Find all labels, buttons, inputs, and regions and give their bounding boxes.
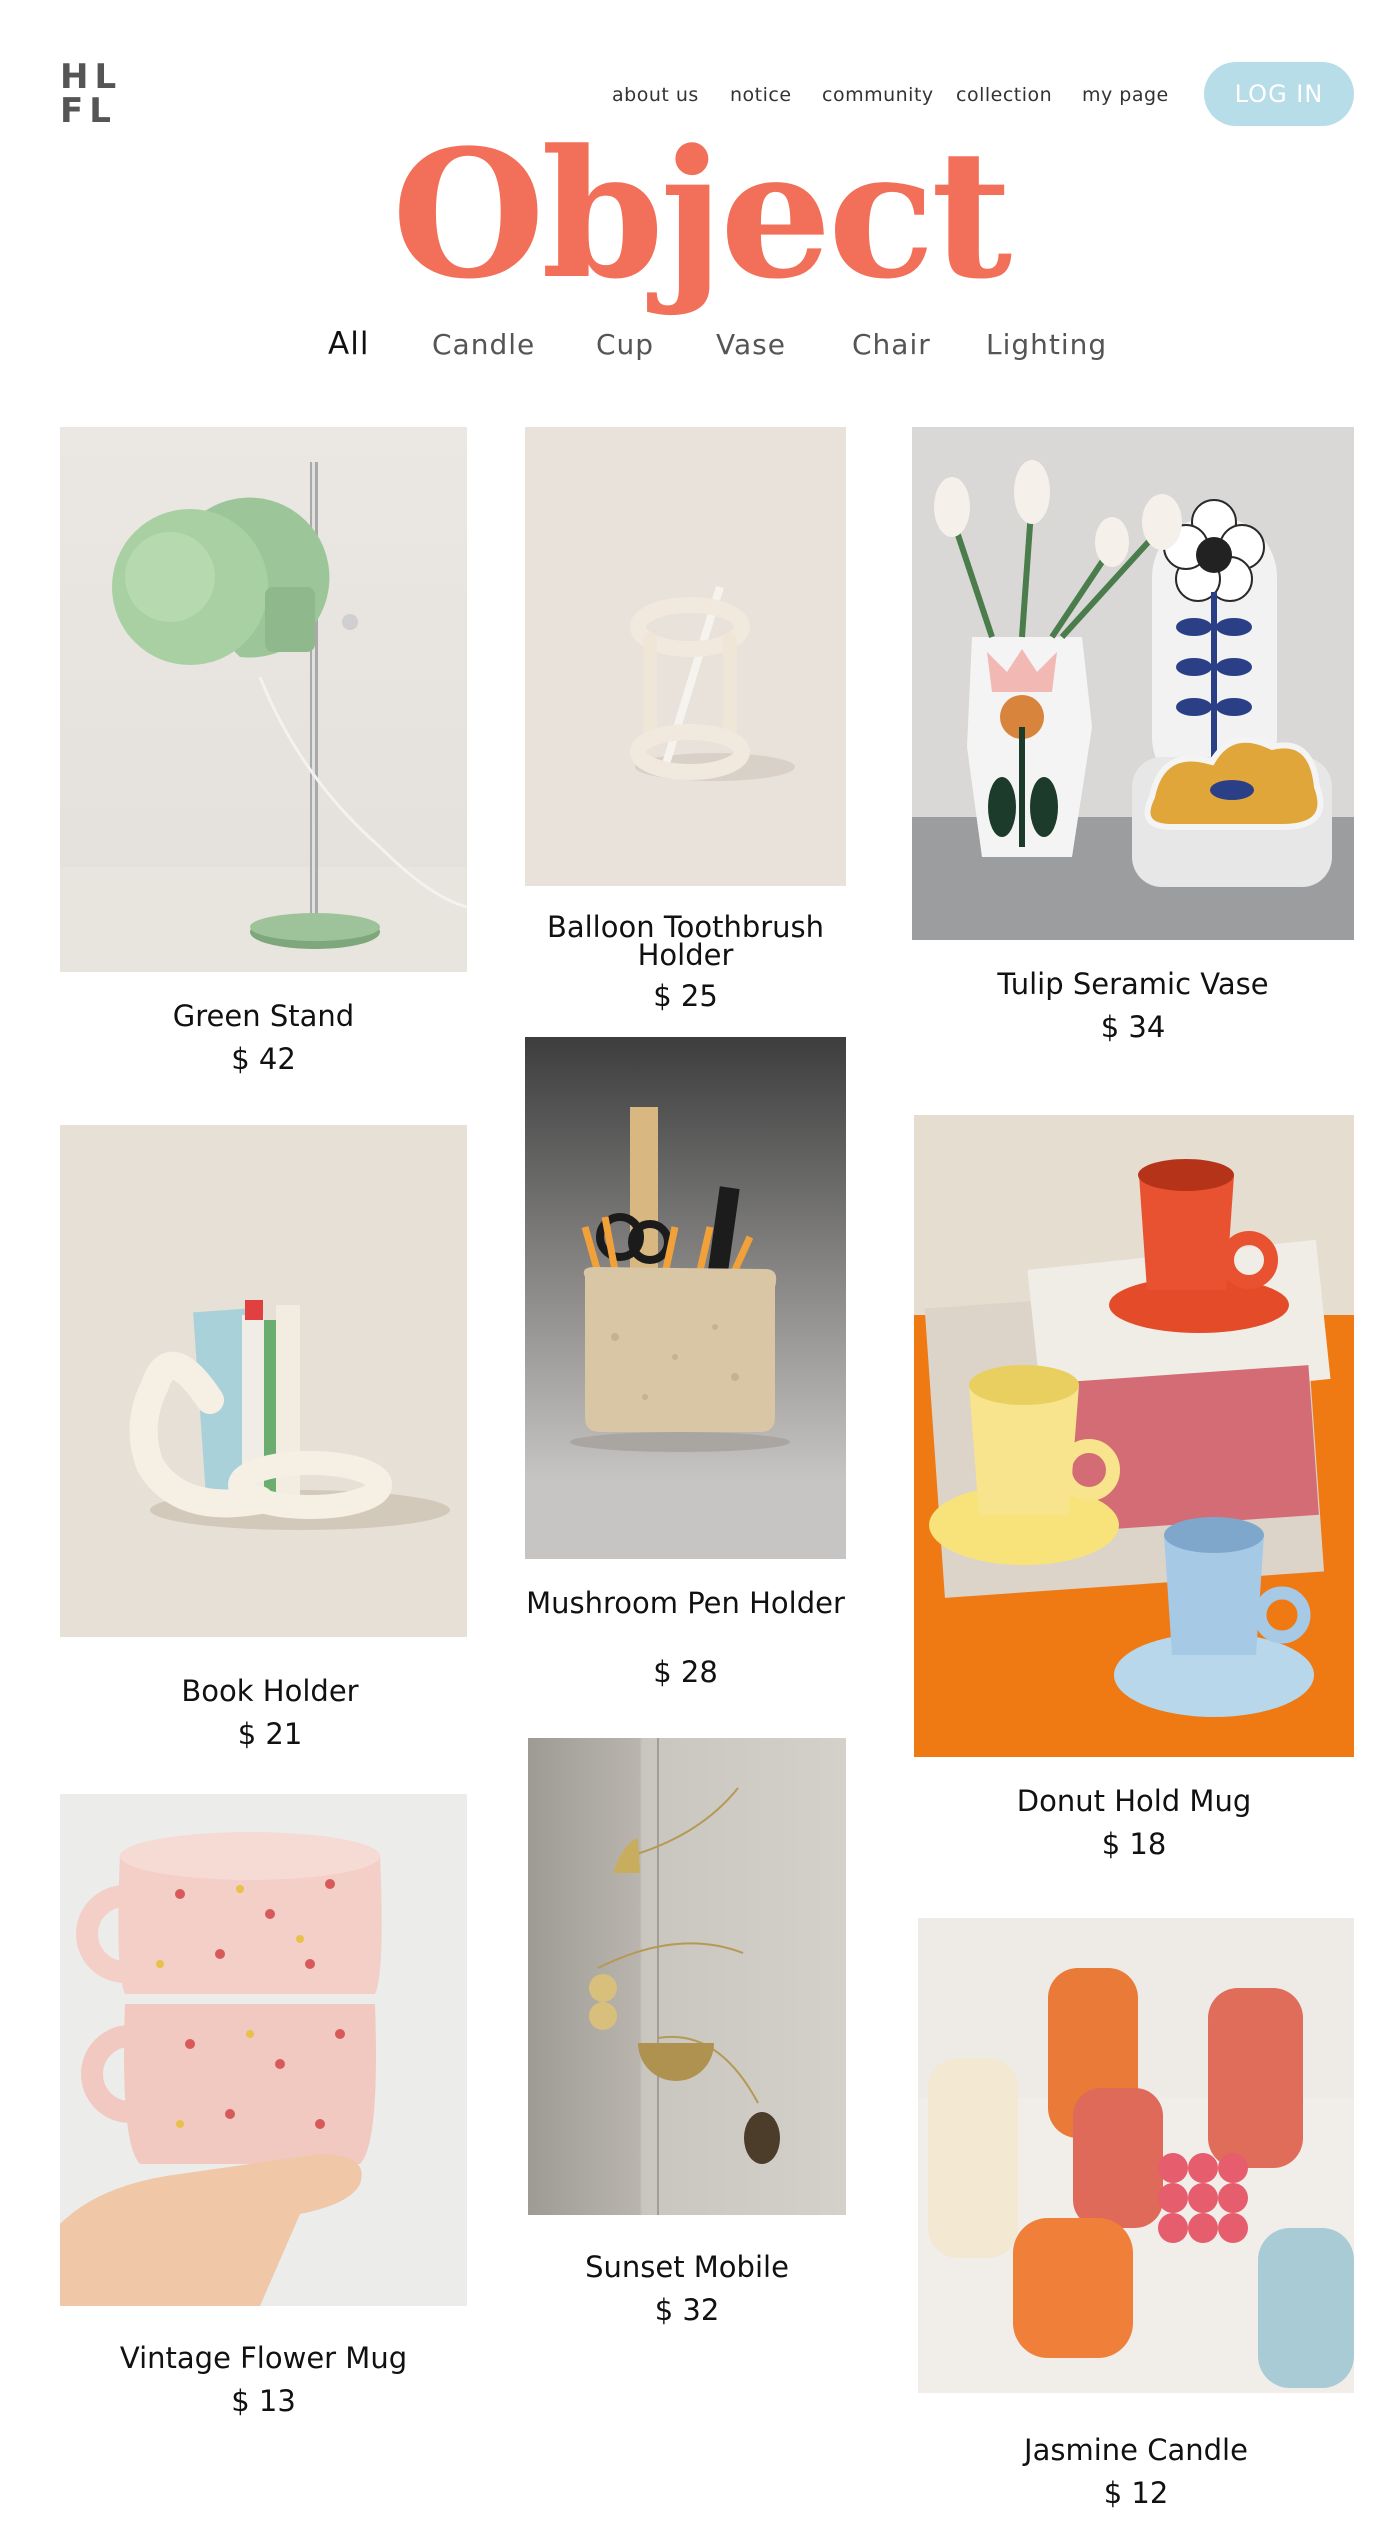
nav-notice[interactable]: notice (730, 84, 792, 106)
product-name[interactable]: Book Holder (60, 1677, 480, 1706)
product-price: $ 25 (653, 979, 718, 1013)
pen-holder-illustration (570, 1107, 790, 1452)
product-image-tulip-seramic-vase[interactable] (912, 427, 1354, 940)
tab-candle[interactable]: Candle (432, 328, 535, 361)
tab-vase[interactable]: Vase (716, 328, 786, 361)
product-image-mushroom-pen-holder[interactable] (525, 1037, 846, 1559)
product-price: $ 18 (1101, 1827, 1167, 1861)
nav-community[interactable]: community (822, 84, 934, 106)
donut-mugs-illustration (914, 1115, 1354, 1757)
flower-mugs-illustration (60, 1832, 382, 2306)
product-image-jasmine-candle[interactable] (918, 1918, 1354, 2393)
product-image-balloon-toothbrush-holder[interactable] (525, 427, 846, 886)
product-name[interactable]: Sunset Mobile (528, 2253, 846, 2282)
product-name[interactable]: Tulip Seramic Vase (912, 970, 1354, 999)
product-image-vintage-flower-mug[interactable] (60, 1794, 467, 2306)
flower-candles-illustration (918, 1968, 1354, 2393)
product-price: $ 32 (654, 2293, 720, 2327)
product-price: $ 34 (1100, 1010, 1166, 1044)
product-name[interactable]: Balloon Toothbrush Holder (525, 913, 846, 970)
product-name[interactable]: Donut Hold Mug (914, 1787, 1354, 1816)
product-price: $ 12 (1103, 2476, 1169, 2510)
brass-mobile-illustration (589, 1738, 780, 2215)
tab-lighting[interactable]: Lighting (986, 328, 1107, 361)
product-price: $ 21 (237, 1717, 303, 1751)
product-name[interactable]: Vintage Flower Mug (60, 2344, 467, 2373)
product-image-donut-hold-mug[interactable] (914, 1115, 1354, 1757)
tab-all[interactable]: All (328, 326, 369, 362)
page-title: Object (391, 111, 1013, 318)
green-lamp-illustration (60, 462, 467, 972)
product-image-sunset-mobile[interactable] (528, 1738, 846, 2215)
product-image-green-stand[interactable] (60, 427, 467, 972)
brand-logo-line1: HL (60, 57, 123, 97)
nav-collection[interactable]: collection (956, 84, 1052, 106)
nav-about-us[interactable]: about us (612, 84, 699, 106)
product-price: $ 42 (231, 1042, 296, 1076)
product-price: $ 28 (653, 1655, 718, 1689)
product-name[interactable]: Mushroom Pen Holder (525, 1589, 846, 1618)
tulip-vase-illustration (912, 460, 1354, 940)
toothbrush-holder-illustration (630, 585, 795, 781)
nav-my-page[interactable]: my page (1082, 84, 1169, 106)
book-holder-illustration (129, 1300, 450, 1530)
product-price: $ 13 (231, 2384, 296, 2418)
tab-chair[interactable]: Chair (852, 328, 931, 361)
product-name[interactable]: Green Stand (60, 1002, 467, 1031)
product-image-book-holder[interactable] (60, 1125, 467, 1637)
tab-cup[interactable]: Cup (596, 328, 654, 361)
product-name[interactable]: Jasmine Candle (918, 2436, 1354, 2465)
category-tabs: All Candle Cup Vase Chair Lighting (0, 326, 1400, 368)
